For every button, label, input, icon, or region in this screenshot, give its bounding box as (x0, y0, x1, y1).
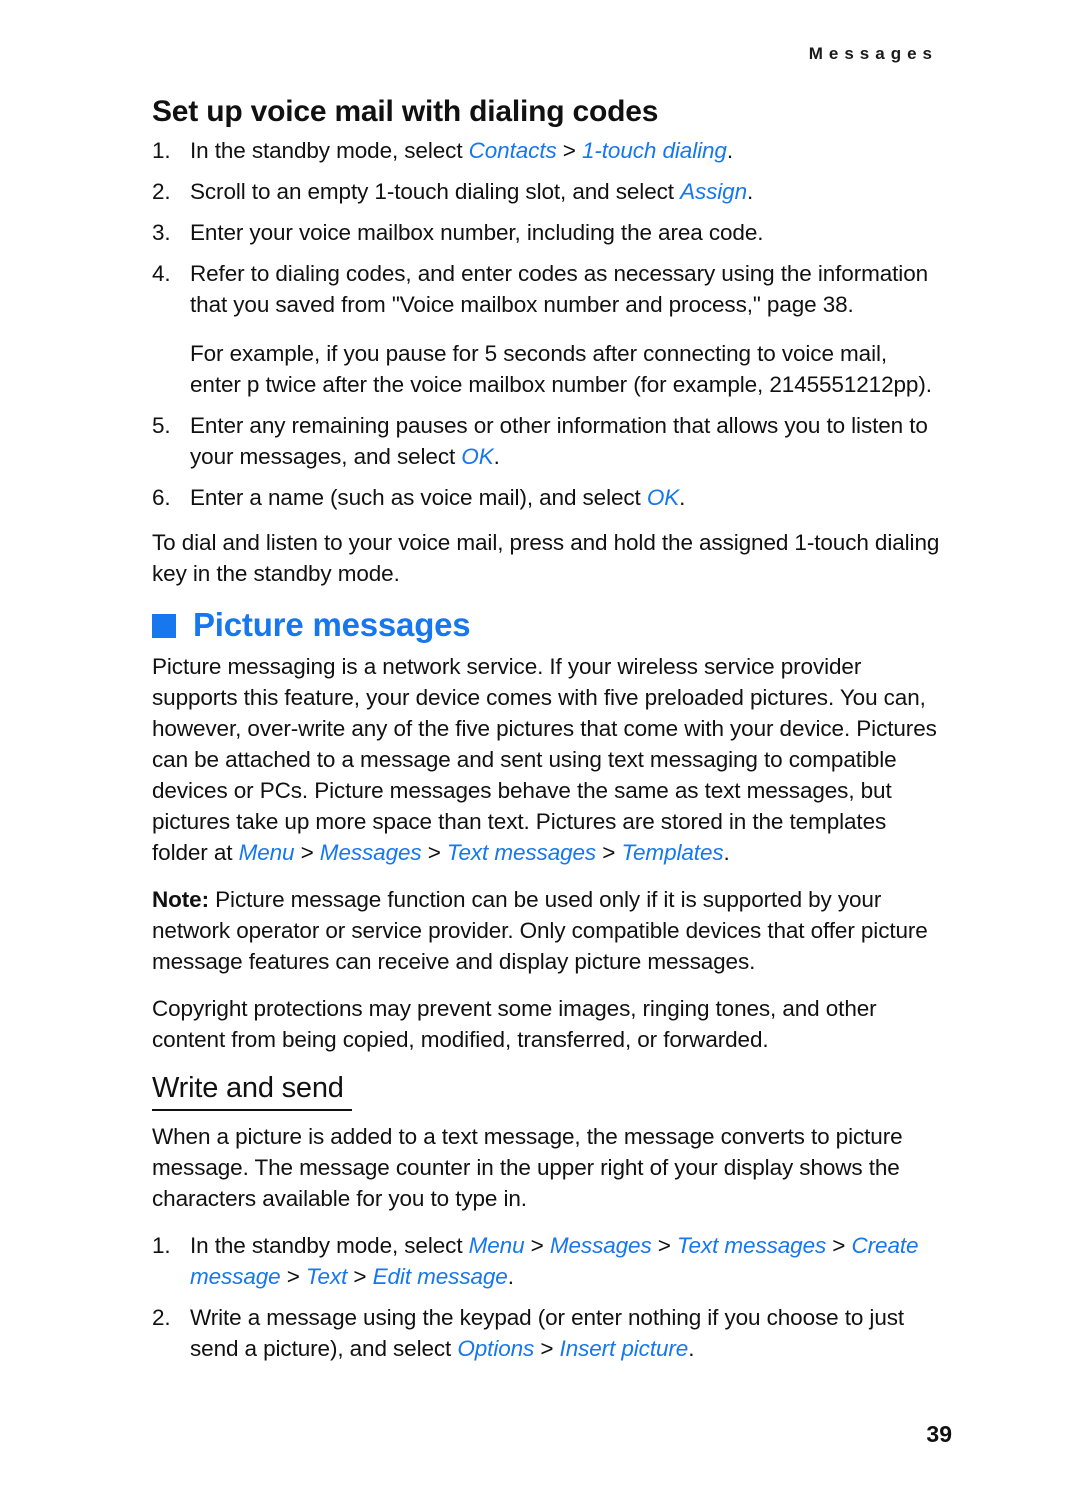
text-run: In the standby mode, select (190, 1232, 469, 1258)
running-header: Messages (808, 44, 938, 63)
list-item-text: Enter a name (such as voice mail), and s… (190, 485, 685, 510)
list-item: Enter a name (such as voice mail), and s… (152, 482, 942, 513)
list-item-text: Write a message using the keypad (or ent… (190, 1305, 904, 1361)
ui-reference: OK (461, 444, 494, 470)
page-content: Set up voice mail with dialing codes In … (152, 94, 942, 1378)
list-item: Enter any remaining pauses or other info… (152, 410, 942, 472)
ui-reference: Text (305, 1263, 348, 1289)
picture-messages-note: Note: Picture message function can be us… (152, 884, 942, 977)
text-run: . (688, 1335, 695, 1361)
ui-reference: Menu (238, 839, 295, 865)
list-item: Scroll to an empty 1-touch dialing slot,… (152, 176, 942, 207)
path-separator: > (596, 839, 622, 865)
ui-reference: Assign (680, 179, 748, 205)
list-item-text: Scroll to an empty 1-touch dialing slot,… (190, 179, 753, 204)
text-run: . (507, 1263, 514, 1289)
heading-write-and-send-wrap: Write and send (152, 1071, 942, 1111)
text-run: . (679, 485, 686, 511)
text-run: Enter your voice mailbox number, includi… (190, 220, 764, 246)
path-separator: > (294, 839, 320, 865)
ui-reference: Insert picture (559, 1335, 689, 1361)
list-item: In the standby mode, select Contacts > 1… (152, 135, 942, 166)
heading-set-up-voice-mail: Set up voice mail with dialing codes (152, 95, 659, 128)
path-separator: > (651, 1232, 677, 1258)
ui-reference: OK (646, 485, 680, 511)
ui-reference: Options (457, 1335, 535, 1361)
list-item: Refer to dialing codes, and enter codes … (152, 258, 942, 400)
page-number: 39 (926, 1421, 952, 1447)
heading-picture-messages: Picture messages (152, 605, 942, 645)
note-label: Note: (152, 886, 209, 912)
write-and-send-intro-paragraph: When a picture is added to a text messag… (152, 1123, 903, 1211)
heading-picture-messages-label: Picture messages (193, 606, 471, 644)
ui-reference: Text messages (676, 1232, 827, 1258)
picture-messages-copyright-paragraph: Copyright protections may prevent some i… (152, 995, 877, 1052)
ui-reference: 1-touch dialing (581, 138, 727, 164)
path-separator: > (524, 1232, 550, 1258)
ui-reference: Text messages (446, 839, 597, 865)
path-separator: > (556, 138, 582, 164)
text-run: In the standby mode, select (190, 138, 469, 164)
list-item-text: Enter your voice mailbox number, includi… (190, 220, 763, 245)
path-separator: > (534, 1335, 560, 1361)
ui-reference: Templates (621, 839, 724, 865)
ui-reference: Edit message (372, 1263, 508, 1289)
text-run: Refer to dialing codes, and enter codes … (190, 261, 929, 318)
text-run: Picture message function can be used onl… (152, 886, 928, 974)
list-item-text: In the standby mode, select Menu > Messa… (190, 1232, 919, 1289)
ui-reference: Contacts (468, 138, 557, 164)
square-bullet-icon (152, 614, 176, 639)
document-page: Messages Set up voice mail with dialing … (0, 0, 1080, 1496)
list-item-subparagraph: For example, if you pause for 5 seconds … (190, 341, 932, 398)
voicemail-step-list: In the standby mode, select Contacts > 1… (152, 135, 942, 513)
list-item-text: In the standby mode, select Contacts > 1… (190, 138, 733, 163)
list-item-text: Refer to dialing codes, and enter codes … (190, 261, 928, 317)
write-and-send-step-list: In the standby mode, select Menu > Messa… (152, 1230, 942, 1364)
text-run: Scroll to an empty 1-touch dialing slot,… (190, 179, 681, 205)
text-run: . (493, 444, 500, 470)
picture-messages-intro-paragraph: Picture messaging is a network service. … (152, 651, 942, 868)
ui-reference: Menu (468, 1232, 525, 1258)
heading-write-and-send: Write and send (152, 1071, 352, 1111)
ui-reference: Messages (549, 1232, 652, 1258)
path-separator: > (280, 1263, 306, 1289)
path-separator: > (421, 839, 447, 865)
text-run: Enter a name (such as voice mail), and s… (190, 485, 647, 511)
list-item-text: Enter any remaining pauses or other info… (190, 413, 928, 469)
path-separator: > (347, 1263, 373, 1289)
text-run: . (723, 839, 730, 865)
list-item: Write a message using the keypad (or ent… (152, 1302, 942, 1364)
text-run: Picture messaging is a network service. … (152, 653, 937, 865)
voicemail-closing-paragraph: To dial and listen to your voice mail, p… (152, 530, 940, 587)
text-run: . (726, 138, 733, 164)
list-item: In the standby mode, select Menu > Messa… (152, 1230, 942, 1292)
list-item: Enter your voice mailbox number, includi… (152, 217, 942, 248)
ui-reference: Messages (319, 839, 422, 865)
path-separator: > (826, 1232, 852, 1258)
text-run: Enter any remaining pauses or other info… (190, 413, 928, 470)
text-run: . (747, 179, 754, 205)
